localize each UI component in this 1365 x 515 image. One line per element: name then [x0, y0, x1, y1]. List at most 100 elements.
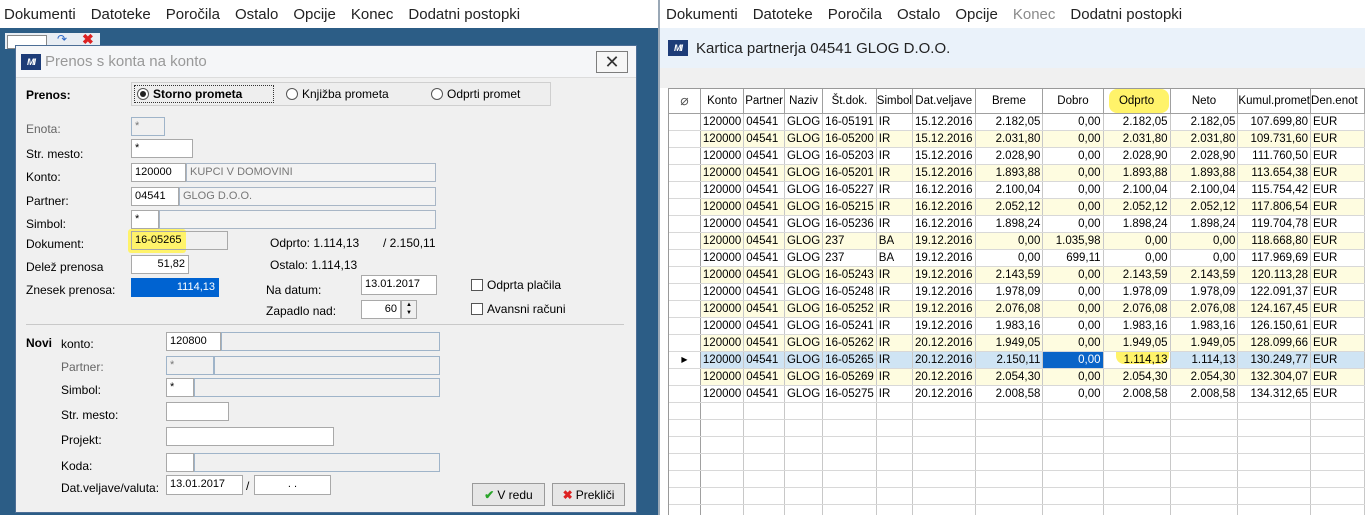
- table-cell[interactable]: EUR: [1310, 266, 1365, 284]
- table-cell[interactable]: [700, 487, 745, 505]
- table-cell[interactable]: 19.12.2016: [912, 300, 976, 318]
- table-cell[interactable]: [912, 453, 976, 471]
- table-cell[interactable]: 122.091,37: [1237, 283, 1312, 301]
- simbol-field[interactable]: *: [131, 210, 159, 229]
- table-cell[interactable]: 16-05262: [822, 334, 877, 352]
- table-cell[interactable]: [876, 453, 913, 471]
- table-cell[interactable]: [700, 470, 745, 488]
- odprta-placila-checkbox[interactable]: Odprta plačila: [471, 278, 561, 292]
- table-cell[interactable]: 16-05269: [822, 368, 877, 386]
- table-cell[interactable]: BA: [876, 232, 913, 250]
- table-cell[interactable]: [876, 419, 913, 437]
- table-cell[interactable]: GLOG: [784, 232, 824, 250]
- table-cell[interactable]: 0,00: [1042, 198, 1104, 216]
- table-cell[interactable]: 0,00: [975, 232, 1044, 250]
- column-header-dobro[interactable]: Dobro: [1042, 89, 1104, 114]
- row-indicator[interactable]: [669, 436, 701, 454]
- table-cell[interactable]: [784, 470, 824, 488]
- table-cell[interactable]: 120000: [700, 266, 745, 284]
- table-cell[interactable]: 2.052,12: [975, 198, 1044, 216]
- table-row[interactable]: 120000 04541 GLOG 16-05241 IR 19.12.2016 1.983…: [669, 317, 1365, 335]
- table-cell[interactable]: IR: [876, 130, 913, 148]
- table-cell[interactable]: EUR: [1310, 232, 1365, 250]
- table-cell[interactable]: 1.978,09: [1103, 283, 1171, 301]
- partner-field[interactable]: 04541: [131, 187, 179, 206]
- table-cell[interactable]: 0,00: [1103, 232, 1171, 250]
- table-cell[interactable]: 16-05236: [822, 215, 877, 233]
- novi-simbol-field[interactable]: *: [166, 378, 194, 397]
- table-cell[interactable]: 117.969,69: [1237, 249, 1312, 267]
- table-cell[interactable]: EUR: [1310, 147, 1365, 165]
- row-indicator[interactable]: ▶: [669, 351, 701, 369]
- table-cell[interactable]: 2.052,12: [1170, 198, 1239, 216]
- radio-odprti-promet[interactable]: Odprti promet: [431, 85, 520, 103]
- table-cell[interactable]: IR: [876, 317, 913, 335]
- right-menu-opcije[interactable]: Opcije: [955, 6, 998, 23]
- table-cell[interactable]: [912, 470, 976, 488]
- table-cell[interactable]: 0,00: [1042, 164, 1104, 182]
- table-cell[interactable]: [876, 504, 913, 515]
- table-cell[interactable]: 120000: [700, 181, 745, 199]
- cancel-button[interactable]: ✖ Prekliči: [552, 483, 625, 506]
- table-cell[interactable]: 1.983,16: [1103, 317, 1171, 335]
- table-cell[interactable]: 2.182,05: [1103, 113, 1171, 131]
- table-row[interactable]: 120000 04541 GLOG 16-05201 IR 15.12.2016 1.893…: [669, 164, 1365, 182]
- table-cell[interactable]: 2.008,58: [1170, 385, 1239, 403]
- table-cell[interactable]: EUR: [1310, 283, 1365, 301]
- table-cell[interactable]: [1170, 470, 1239, 488]
- radio-knjizba-prometa[interactable]: Knjižba prometa: [286, 85, 389, 103]
- table-cell[interactable]: 120000: [700, 351, 745, 369]
- table-cell[interactable]: 16-05275: [822, 385, 877, 403]
- row-indicator[interactable]: [669, 130, 701, 148]
- table-cell[interactable]: [822, 453, 877, 471]
- table-cell[interactable]: [743, 419, 785, 437]
- table-cell[interactable]: 16-05215: [822, 198, 877, 216]
- column-header-den-enot[interactable]: Den.enot: [1310, 89, 1365, 114]
- table-cell[interactable]: 04541: [743, 334, 785, 352]
- table-cell[interactable]: [1237, 504, 1312, 515]
- table-cell[interactable]: GLOG: [784, 249, 824, 267]
- table-cell[interactable]: 2.028,90: [1170, 147, 1239, 165]
- table-cell[interactable]: [700, 453, 745, 471]
- column-header-st-dok[interactable]: Št.dok.: [822, 89, 877, 114]
- table-cell[interactable]: 120000: [700, 368, 745, 386]
- table-cell[interactable]: [784, 504, 824, 515]
- row-indicator[interactable]: [669, 419, 701, 437]
- table-cell[interactable]: 19.12.2016: [912, 249, 976, 267]
- table-cell[interactable]: [1170, 504, 1239, 515]
- table-row[interactable]: 120000 04541 GLOG 16-05252 IR 19.12.2016 2.076…: [669, 300, 1365, 318]
- table-cell[interactable]: [700, 419, 745, 437]
- table-cell[interactable]: [1103, 487, 1171, 505]
- table-cell[interactable]: GLOG: [784, 181, 824, 199]
- zapadlo-spinner[interactable]: ▲ ▼: [401, 300, 417, 319]
- table-cell[interactable]: [1042, 453, 1104, 471]
- table-cell[interactable]: 699,11: [1042, 249, 1104, 267]
- table-cell[interactable]: IR: [876, 164, 913, 182]
- row-indicator[interactable]: [669, 368, 701, 386]
- table-cell[interactable]: [700, 504, 745, 515]
- table-cell[interactable]: 19.12.2016: [912, 317, 976, 335]
- table-cell[interactable]: [784, 419, 824, 437]
- table-row[interactable]: 120000 04541 GLOG 16-05200 IR 15.12.2016 2.031…: [669, 130, 1365, 148]
- table-cell[interactable]: 120000: [700, 215, 745, 233]
- table-cell[interactable]: 2.028,90: [975, 147, 1044, 165]
- table-cell[interactable]: [975, 453, 1044, 471]
- table-cell[interactable]: [784, 436, 824, 454]
- table-cell[interactable]: [1103, 470, 1171, 488]
- table-cell[interactable]: EUR: [1310, 249, 1365, 267]
- table-cell[interactable]: 04541: [743, 181, 785, 199]
- table-row[interactable]: 120000 04541 GLOG 16-05203 IR 15.12.2016 2.028…: [669, 147, 1365, 165]
- table-cell[interactable]: 04541: [743, 164, 785, 182]
- table-row[interactable]: 120000 04541 GLOG 16-05215 IR 16.12.2016 2.052…: [669, 198, 1365, 216]
- ok-button[interactable]: ✔ V redu: [472, 483, 545, 506]
- left-menu-konec[interactable]: Konec: [351, 6, 394, 23]
- table-cell[interactable]: 15.12.2016: [912, 113, 976, 131]
- left-menu-dokumenti[interactable]: Dokumenti: [4, 6, 76, 23]
- table-cell[interactable]: 1.893,88: [1103, 164, 1171, 182]
- table-row[interactable]: 120000 04541 GLOG 16-05236 IR 16.12.2016 1.898…: [669, 215, 1365, 233]
- table-cell[interactable]: 04541: [743, 351, 785, 369]
- table-cell[interactable]: EUR: [1310, 164, 1365, 182]
- table-cell[interactable]: 04541: [743, 385, 785, 403]
- table-cell[interactable]: 0,00: [1042, 215, 1104, 233]
- table-cell[interactable]: 04541: [743, 130, 785, 148]
